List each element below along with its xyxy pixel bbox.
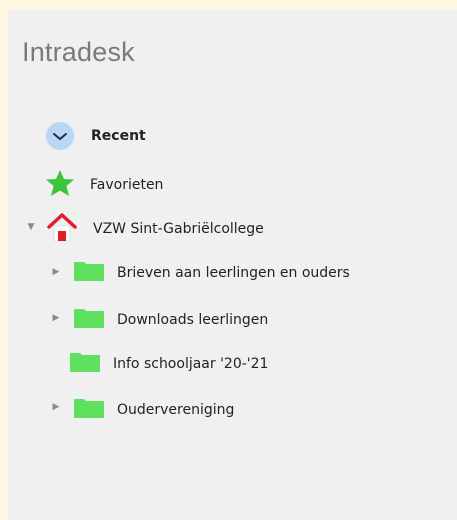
clock-icon	[46, 122, 74, 150]
folder-item-label: Oudervereniging	[117, 402, 235, 418]
expand-caret-icon[interactable]: ▶	[51, 402, 61, 412]
folder-item-label: Info schooljaar '20-'21	[113, 356, 269, 372]
nav-item-recent-label: Recent	[91, 128, 146, 144]
folder-item[interactable]: Info schooljaar '20-'21	[69, 351, 268, 377]
sidebar-panel: Intradesk Recent Favorieten ▼ VZW Sint-G…	[8, 10, 457, 520]
folder-item-label: Brieven aan leerlingen en ouders	[117, 265, 350, 281]
app-title: Intradesk	[22, 37, 135, 67]
nav-item-favorites[interactable]: Favorieten	[45, 169, 163, 201]
folder-icon	[69, 351, 101, 377]
folder-item[interactable]: Downloads leerlingen	[73, 307, 268, 333]
folder-icon	[73, 307, 105, 333]
nav-item-org-label: VZW Sint-Gabriëlcollege	[93, 221, 264, 237]
folder-icon	[73, 397, 105, 423]
folder-item-label: Downloads leerlingen	[117, 312, 269, 328]
nav-item-favorites-label: Favorieten	[90, 177, 164, 193]
collapse-caret-icon[interactable]: ▼	[26, 222, 36, 232]
folder-icon	[73, 260, 105, 286]
home-icon	[46, 211, 78, 247]
star-icon	[45, 169, 75, 201]
expand-caret-icon[interactable]: ▶	[51, 267, 61, 277]
nav-item-recent[interactable]: Recent	[46, 122, 146, 150]
nav-item-org[interactable]: VZW Sint-Gabriëlcollege	[46, 211, 264, 247]
folder-item[interactable]: Oudervereniging	[73, 397, 234, 423]
expand-caret-icon[interactable]: ▶	[51, 313, 61, 323]
folder-item[interactable]: Brieven aan leerlingen en ouders	[73, 260, 350, 286]
